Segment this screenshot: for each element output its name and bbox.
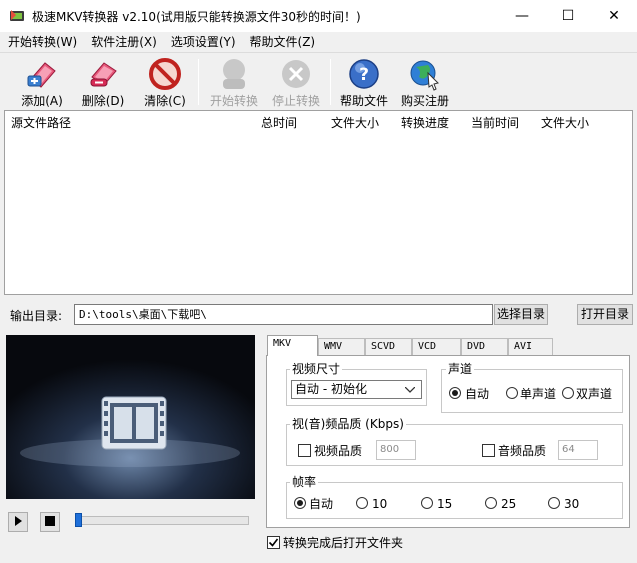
stop-convert-button[interactable]: 停止转换 bbox=[268, 57, 324, 108]
video-quality-checkbox[interactable] bbox=[298, 444, 311, 457]
column-header-file-size[interactable]: 文件大小 bbox=[331, 111, 379, 135]
stop-icon bbox=[282, 60, 310, 88]
delete-label: 删除(D) bbox=[81, 94, 125, 108]
channel-mono-radio[interactable] bbox=[506, 387, 518, 399]
fps-title: 帧率 bbox=[290, 475, 319, 489]
svg-text:?: ? bbox=[359, 65, 369, 85]
tab-mkv[interactable]: MKV bbox=[267, 335, 318, 356]
choose-dir-button[interactable]: 选择目录 bbox=[494, 304, 548, 325]
buy-globe-icon bbox=[410, 60, 439, 91]
tab-wmv[interactable]: WMV bbox=[318, 338, 365, 355]
film-strip-icon bbox=[101, 396, 167, 450]
channel-stereo-radio[interactable] bbox=[562, 387, 574, 399]
column-header-current-time[interactable]: 当前时间 bbox=[471, 111, 519, 135]
menu-bar: 开始转换(W) 软件注册(X) 选项设置(Y) 帮助文件(Z) bbox=[0, 32, 637, 52]
open-after-label: 转换完成后打开文件夹 bbox=[283, 536, 404, 550]
maximize-icon: ☐ bbox=[561, 8, 575, 24]
clear-label: 清除(C) bbox=[144, 94, 186, 108]
fps-30-label: 30 bbox=[564, 497, 580, 511]
start-convert-button[interactable]: 开始转换 bbox=[206, 57, 262, 108]
toolbar: 添加(A) 删除(D) 清除(C) 开始转换 停止转换 ? 帮助文件 购买注册 bbox=[0, 52, 637, 108]
channel-mono-label: 单声道 bbox=[520, 387, 557, 401]
checkmark-icon bbox=[268, 538, 279, 547]
fps-10-label: 10 bbox=[372, 497, 388, 511]
column-header-total-time[interactable]: 总时间 bbox=[261, 111, 297, 135]
add-button[interactable]: 添加(A) bbox=[18, 57, 66, 108]
output-dir-label: 输出目录: bbox=[10, 309, 63, 323]
window-title: 极速MKV转换器 v2.10(试用版只能转换源文件30秒的时间！) bbox=[32, 10, 361, 24]
play-button[interactable] bbox=[8, 512, 28, 532]
seek-thumb[interactable] bbox=[75, 513, 82, 527]
output-dir-input[interactable]: D:\tools\桌面\下载吧\ bbox=[74, 304, 493, 325]
file-list[interactable]: 源文件路径 总时间 文件大小 转换进度 当前时间 文件大小 bbox=[4, 110, 633, 295]
audio-quality-label: 音频品质 bbox=[498, 444, 547, 458]
fps-25-radio[interactable] bbox=[485, 497, 497, 509]
fps-auto-radio[interactable] bbox=[294, 497, 306, 509]
column-header-progress[interactable]: 转换进度 bbox=[401, 111, 449, 135]
fps-15-radio[interactable] bbox=[421, 497, 433, 509]
video-quality-input[interactable]: 800 bbox=[376, 440, 416, 460]
tab-scvd[interactable]: SCVD bbox=[365, 338, 412, 355]
tab-dvd[interactable]: DVD bbox=[461, 338, 508, 355]
channel-auto-option[interactable] bbox=[449, 387, 465, 403]
add-label: 添加(A) bbox=[21, 94, 63, 108]
minimize-icon: — bbox=[515, 8, 529, 24]
menu-start-convert[interactable]: 开始转换(W) bbox=[0, 32, 84, 52]
video-size-select[interactable]: 自动 - 初始化 bbox=[291, 380, 422, 399]
buy-register-button[interactable]: 购买注册 bbox=[399, 57, 451, 108]
add-film-icon bbox=[27, 62, 56, 88]
play-icon bbox=[15, 516, 22, 526]
buy-register-label: 购买注册 bbox=[400, 94, 449, 108]
close-button[interactable]: ✕ bbox=[591, 0, 637, 32]
column-header-source-path[interactable]: 源文件路径 bbox=[11, 111, 71, 135]
clear-icon bbox=[149, 58, 181, 90]
start-icon bbox=[223, 59, 245, 89]
audio-quality-input[interactable]: 64 bbox=[558, 440, 598, 460]
stop-convert-label: 停止转换 bbox=[271, 94, 320, 108]
menu-options[interactable]: 选项设置(Y) bbox=[164, 32, 243, 52]
open-dir-button[interactable]: 打开目录 bbox=[577, 304, 633, 325]
column-header-output-size[interactable]: 文件大小 bbox=[541, 111, 589, 135]
start-convert-label: 开始转换 bbox=[209, 94, 258, 108]
tab-avi[interactable]: AVI bbox=[508, 338, 553, 355]
tab-vcd[interactable]: VCD bbox=[412, 338, 461, 355]
delete-button[interactable]: 删除(D) bbox=[78, 57, 128, 108]
delete-film-icon bbox=[90, 62, 117, 87]
video-size-title: 视频尺寸 bbox=[290, 362, 343, 376]
help-label: 帮助文件 bbox=[339, 94, 388, 108]
channel-title: 声道 bbox=[446, 362, 475, 376]
fps-15-label: 15 bbox=[437, 497, 453, 511]
fps-auto-label: 自动 bbox=[309, 497, 334, 511]
video-quality-label: 视频品质 bbox=[314, 444, 363, 458]
audio-quality-checkbox[interactable] bbox=[482, 444, 495, 457]
help-icon: ? bbox=[349, 59, 379, 89]
channel-stereo-label: 双声道 bbox=[576, 387, 613, 401]
help-button[interactable]: ? 帮助文件 bbox=[338, 57, 390, 108]
menu-register[interactable]: 软件注册(X) bbox=[84, 32, 164, 52]
fps-10-radio[interactable] bbox=[356, 497, 368, 509]
stop-button[interactable] bbox=[40, 512, 60, 532]
maximize-button[interactable]: ☐ bbox=[545, 0, 591, 32]
menu-help[interactable]: 帮助文件(Z) bbox=[243, 32, 323, 52]
seek-bar[interactable] bbox=[75, 516, 249, 525]
minimize-button[interactable]: — bbox=[499, 0, 545, 32]
chevron-down-icon bbox=[405, 387, 415, 393]
app-icon bbox=[10, 10, 24, 21]
preview-artwork bbox=[6, 335, 255, 499]
video-preview bbox=[6, 335, 255, 499]
stop-icon bbox=[45, 516, 55, 526]
channel-auto-label: 自动 bbox=[465, 387, 490, 401]
fps-25-label: 25 bbox=[501, 497, 517, 511]
open-after-checkbox[interactable] bbox=[267, 536, 280, 549]
fps-30-radio[interactable] bbox=[548, 497, 560, 509]
video-size-value: 自动 - 初始化 bbox=[295, 382, 367, 396]
clear-button[interactable]: 清除(C) bbox=[140, 57, 190, 108]
channel-auto-radio[interactable] bbox=[449, 387, 461, 399]
title-bar: 极速MKV转换器 v2.10(试用版只能转换源文件30秒的时间！) — ☐ ✕ bbox=[0, 0, 637, 32]
quality-title: 视(音)频品质 (Kbps) bbox=[290, 417, 406, 431]
toolbar-separator bbox=[330, 59, 331, 105]
toolbar-separator bbox=[198, 59, 199, 105]
close-icon: ✕ bbox=[608, 8, 620, 24]
